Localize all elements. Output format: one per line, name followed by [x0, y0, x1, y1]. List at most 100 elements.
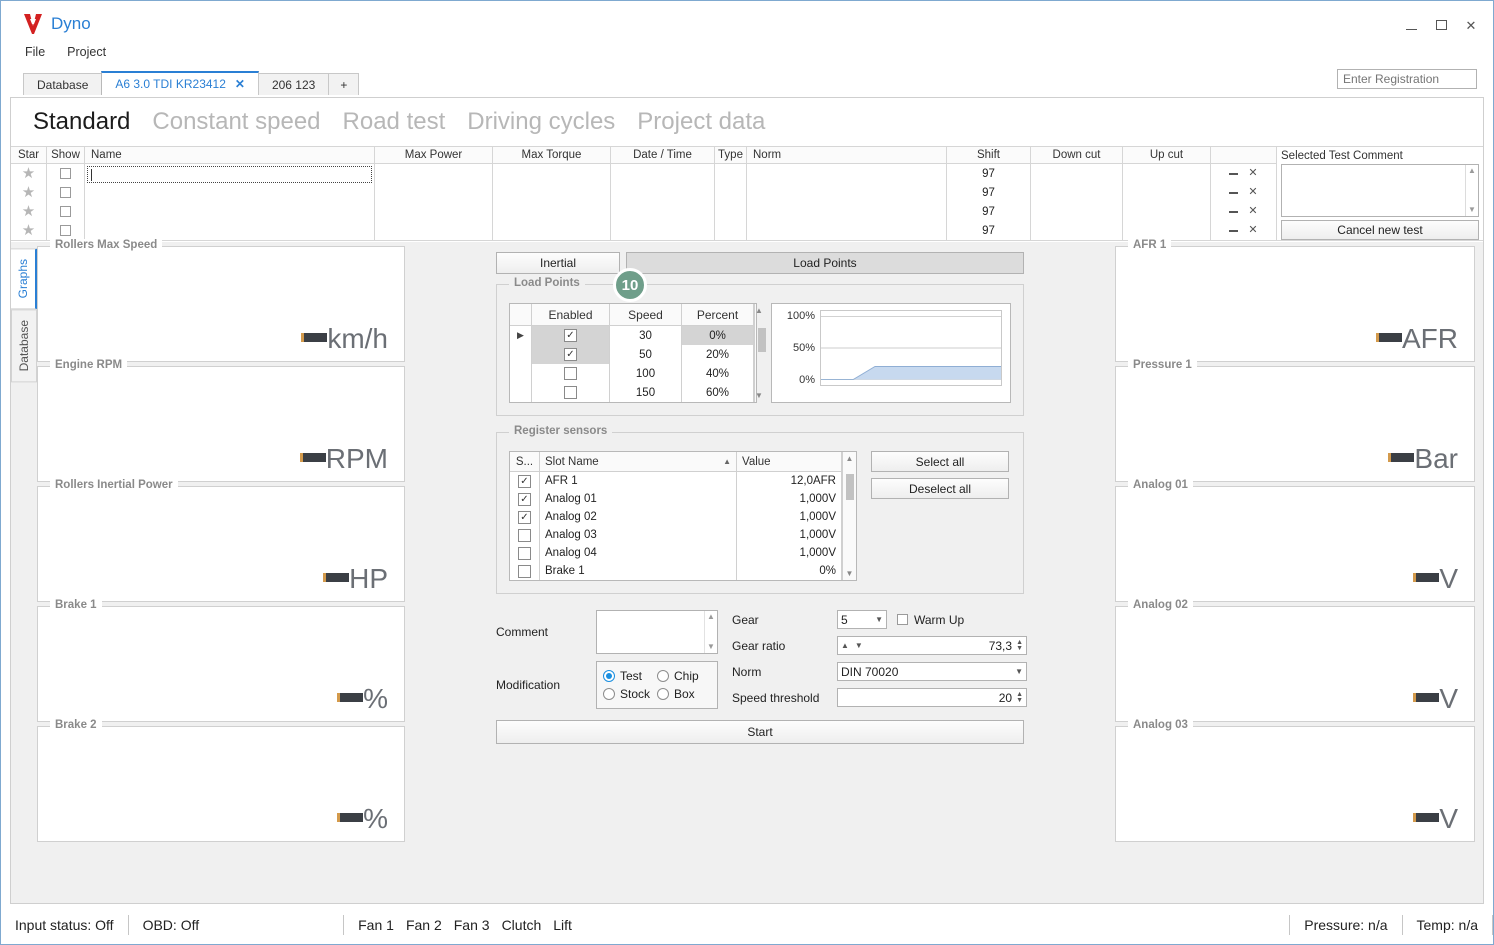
cancel-new-test-button[interactable]: Cancel new test [1281, 220, 1479, 240]
spinner-down-icon[interactable]: ▼ [1016, 697, 1023, 704]
inertial-toggle-button[interactable]: Inertial [496, 252, 620, 274]
delete-row-icon[interactable]: ✕ [1248, 168, 1257, 179]
gear-select[interactable]: 5 ▼ [837, 610, 887, 629]
column-header-speed[interactable]: Speed [610, 304, 682, 325]
start-button[interactable]: Start [496, 720, 1024, 744]
load-points-toggle-button[interactable]: Load Points [626, 252, 1024, 274]
comment-scrollbar[interactable]: ▲ ▼ [704, 611, 717, 653]
section-tab-project-data[interactable]: Project data [637, 108, 765, 136]
show-checkbox[interactable] [60, 206, 71, 217]
enabled-checkbox[interactable]: ✓ [564, 329, 577, 342]
section-tab-constant-speed[interactable]: Constant speed [152, 108, 320, 136]
warm-up-checkbox[interactable] [897, 614, 908, 625]
side-tab-database[interactable]: Database [11, 309, 37, 383]
table-row[interactable]: ✓ Analog 01 1,000V [510, 490, 842, 508]
load-points-scrollbar[interactable]: ▲ ▼ [754, 304, 766, 402]
fan-3-button[interactable]: Fan 3 [454, 917, 490, 933]
lift-button[interactable]: Lift [553, 917, 572, 933]
selected-test-comment-textarea[interactable] [1282, 165, 1465, 216]
maximize-icon[interactable] [1433, 17, 1449, 33]
column-header-down-cut[interactable]: Down cut [1031, 147, 1123, 163]
chevron-down-icon[interactable]: ▼ [875, 615, 883, 624]
section-tab-standard[interactable]: Standard [33, 108, 130, 136]
sensor-checkbox[interactable]: ✓ [518, 492, 531, 506]
norm-select[interactable]: DIN 70020 ▼ [837, 662, 1027, 681]
table-row[interactable]: ★ [11, 221, 46, 240]
delete-row-icon[interactable]: ✕ [1248, 206, 1257, 217]
show-checkbox[interactable] [60, 168, 71, 179]
warm-up-toggle[interactable]: Warm Up [897, 613, 964, 627]
increase-icon[interactable]: ▲ [841, 641, 849, 650]
registration-input[interactable] [1337, 69, 1477, 89]
scrollbar-thumb[interactable] [758, 328, 766, 352]
sensor-checkbox[interactable] [518, 564, 531, 578]
radio-stock[interactable]: Stock [603, 687, 657, 701]
selected-test-comment-scrollbar[interactable]: ▲ ▼ [1465, 165, 1478, 216]
column-header-percent[interactable]: Percent [682, 304, 754, 325]
column-header-up-cut[interactable]: Up cut [1123, 147, 1211, 163]
radio-box[interactable]: Box [657, 687, 711, 701]
delete-row-icon[interactable]: ✕ [1248, 225, 1257, 236]
remove-row-icon[interactable] [1229, 229, 1239, 232]
close-icon[interactable]: ✕ [1463, 17, 1479, 33]
column-header-name[interactable]: Name [85, 147, 375, 163]
column-header-slot-name[interactable]: Slot Name ▲ [540, 452, 737, 471]
decrease-icon[interactable]: ▼ [855, 641, 863, 650]
section-tab-driving-cycles[interactable]: Driving cycles [467, 108, 615, 136]
name-input[interactable] [87, 166, 372, 183]
star-icon[interactable]: ★ [22, 185, 35, 200]
star-icon[interactable]: ★ [22, 223, 35, 238]
deselect-all-button[interactable]: Deselect all [871, 478, 1009, 499]
tab-206-123[interactable]: 206 123 [257, 73, 330, 95]
tab-a6-3-0-tdi[interactable]: A6 3.0 TDI KR23412 ✕ [101, 71, 259, 95]
menu-file[interactable]: File [25, 45, 45, 67]
chevron-down-icon[interactable]: ▼ [1015, 667, 1023, 676]
enabled-checkbox[interactable] [564, 386, 577, 399]
select-all-button[interactable]: Select all [871, 451, 1009, 472]
cell-percent[interactable]: 20% [682, 345, 754, 364]
gear-ratio-stepper[interactable]: ▲ ▼ 73,3 ▲ ▼ [837, 636, 1027, 655]
comment-input[interactable] [597, 611, 704, 653]
column-header-star[interactable]: Star [11, 147, 47, 163]
clutch-button[interactable]: Clutch [502, 917, 542, 933]
scroll-down-icon[interactable]: ▼ [843, 569, 856, 578]
scroll-up-icon[interactable]: ▲ [755, 306, 763, 315]
side-tab-graphs[interactable]: Graphs [11, 248, 38, 310]
radio-test[interactable]: Test [603, 669, 657, 683]
scroll-up-icon[interactable]: ▲ [707, 613, 715, 621]
table-row[interactable]: Analog 04 1,000V [510, 544, 842, 562]
column-header-max-torque[interactable]: Max Torque [493, 147, 611, 163]
table-row[interactable]: ▶ ✓ 30 0% [510, 326, 754, 345]
show-checkbox[interactable] [60, 187, 71, 198]
spinner-down-icon[interactable]: ▼ [1016, 645, 1023, 652]
cell-percent[interactable]: 60% [682, 383, 754, 402]
star-icon[interactable]: ★ [22, 166, 35, 181]
fan-1-button[interactable]: Fan 1 [358, 917, 394, 933]
remove-row-icon[interactable] [1229, 210, 1239, 213]
column-header-shift[interactable]: Shift [947, 147, 1031, 163]
column-header-date-time[interactable]: Date / Time [611, 147, 715, 163]
table-row[interactable]: ★ [11, 183, 46, 202]
sensor-checkbox[interactable] [518, 528, 531, 542]
cell-percent[interactable]: 0% [682, 326, 754, 345]
scrollbar-thumb[interactable] [846, 474, 854, 500]
menu-project[interactable]: Project [67, 45, 106, 67]
column-header-enabled[interactable]: Enabled [532, 304, 610, 325]
scroll-up-icon[interactable]: ▲ [1468, 167, 1476, 175]
remove-row-icon[interactable] [1229, 172, 1239, 175]
enabled-checkbox[interactable] [564, 367, 577, 380]
fan-2-button[interactable]: Fan 2 [406, 917, 442, 933]
star-icon[interactable]: ★ [22, 204, 35, 219]
gear-ratio-adjust-icons[interactable]: ▲ ▼ [841, 641, 863, 650]
table-row[interactable]: Brake 1 0% [510, 562, 842, 580]
column-header-norm[interactable]: Norm [747, 147, 947, 163]
table-row[interactable]: 150 60% [510, 383, 754, 402]
column-header-max-power[interactable]: Max Power [375, 147, 493, 163]
section-tab-road-test[interactable]: Road test [343, 108, 446, 136]
column-header-selected[interactable]: S... [510, 452, 540, 471]
cell-percent[interactable]: 40% [682, 364, 754, 383]
enabled-checkbox[interactable]: ✓ [564, 348, 577, 361]
sensor-checkbox[interactable]: ✓ [518, 474, 531, 488]
sensors-scrollbar[interactable]: ▲ ▼ [842, 452, 856, 580]
scroll-down-icon[interactable]: ▼ [707, 643, 715, 651]
